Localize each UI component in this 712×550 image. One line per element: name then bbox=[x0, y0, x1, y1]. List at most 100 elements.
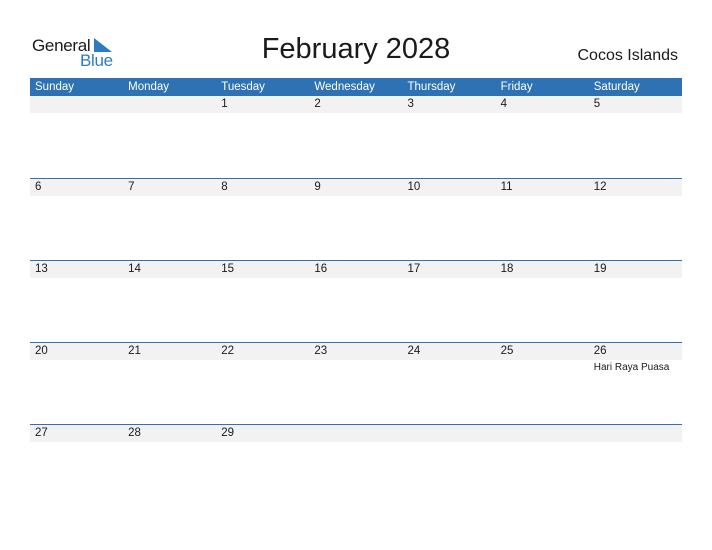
day-cell: 17 bbox=[403, 261, 496, 278]
holiday-label bbox=[403, 360, 496, 362]
events-row bbox=[30, 196, 682, 198]
day-cell: 9 bbox=[309, 179, 402, 196]
event-cell bbox=[589, 196, 682, 198]
calendar-grid: Sunday Monday Tuesday Wednesday Thursday Frid… bbox=[30, 78, 682, 506]
event-cell bbox=[30, 278, 123, 280]
event-cell bbox=[309, 360, 402, 373]
holiday-label bbox=[123, 113, 216, 115]
holiday-label bbox=[216, 278, 309, 280]
day-cell: 22 bbox=[216, 343, 309, 360]
day-number: 16 bbox=[314, 263, 328, 275]
day-cell: 10 bbox=[403, 179, 496, 196]
holiday-label bbox=[123, 442, 216, 444]
day-cell bbox=[589, 425, 682, 442]
week-row: 13 14 15 16 17 18 19 bbox=[30, 260, 682, 342]
event-cell bbox=[123, 360, 216, 373]
weekday-wednesday: Wednesday bbox=[314, 81, 375, 93]
day-cell: 13 bbox=[30, 261, 123, 278]
day-number-strip: 6 7 8 9 10 11 12 bbox=[30, 179, 682, 196]
event-cell bbox=[216, 360, 309, 373]
day-cell bbox=[309, 425, 402, 442]
event-cell: Hari Raya Puasa bbox=[589, 360, 682, 373]
event-cell bbox=[589, 278, 682, 280]
holiday-label bbox=[123, 278, 216, 280]
event-cell bbox=[403, 278, 496, 280]
event-cell bbox=[30, 113, 123, 115]
holiday-label bbox=[496, 278, 589, 280]
holiday-label bbox=[403, 442, 496, 444]
holiday-label bbox=[30, 360, 123, 362]
event-cell bbox=[589, 442, 682, 444]
holiday-label bbox=[496, 196, 589, 198]
holiday-label bbox=[589, 113, 682, 115]
event-cell bbox=[309, 278, 402, 280]
day-cell: 24 bbox=[403, 343, 496, 360]
day-cell: 16 bbox=[309, 261, 402, 278]
week-row: 1 2 3 4 5 bbox=[30, 96, 682, 178]
day-cell: 1 bbox=[216, 96, 309, 113]
holiday-label bbox=[589, 196, 682, 198]
weekday-saturday: Saturday bbox=[593, 81, 640, 93]
day-number: 12 bbox=[593, 181, 607, 193]
holiday-label bbox=[403, 113, 496, 115]
holiday-label bbox=[30, 196, 123, 198]
event-cell bbox=[123, 113, 216, 115]
holiday-label bbox=[403, 278, 496, 280]
holiday-label bbox=[30, 113, 123, 115]
event-cell bbox=[123, 196, 216, 198]
day-number: 23 bbox=[314, 345, 328, 357]
day-number: 6 bbox=[35, 181, 42, 193]
holiday-label bbox=[216, 196, 309, 198]
day-cell bbox=[403, 425, 496, 442]
week-row: 6 7 8 9 10 11 12 bbox=[30, 178, 682, 260]
day-number: 25 bbox=[500, 345, 514, 357]
event-cell bbox=[216, 196, 309, 198]
day-cell bbox=[496, 425, 589, 442]
weekday-tuesday: Tuesday bbox=[221, 81, 265, 93]
weekday-header: Sunday Monday Tuesday Wednesday Thursday Frid… bbox=[30, 78, 682, 96]
event-cell bbox=[216, 113, 309, 115]
event-cell bbox=[403, 442, 496, 444]
day-number-strip: 20 21 22 23 24 25 26 bbox=[30, 343, 682, 360]
country-label: Cocos Islands bbox=[577, 47, 679, 64]
weekday-sunday: Sunday bbox=[35, 81, 75, 93]
day-number: 4 bbox=[500, 98, 508, 110]
weekday-friday: Friday bbox=[500, 81, 533, 93]
day-cell: 12 bbox=[589, 179, 682, 196]
day-cell: 14 bbox=[123, 261, 216, 278]
events-row bbox=[30, 278, 682, 280]
events-row bbox=[30, 442, 682, 444]
holiday-label bbox=[589, 278, 682, 280]
events-row bbox=[30, 113, 682, 115]
day-cell: 2 bbox=[309, 96, 402, 113]
event-cell bbox=[403, 360, 496, 373]
event-cell bbox=[309, 442, 402, 444]
week-row: 27 28 29 bbox=[30, 424, 682, 506]
holiday-label bbox=[309, 278, 402, 280]
day-number: 27 bbox=[35, 427, 48, 439]
holiday-label bbox=[309, 113, 402, 115]
event-cell bbox=[30, 442, 123, 444]
day-number: 28 bbox=[128, 427, 141, 439]
holiday-label bbox=[30, 442, 123, 444]
day-number: 11 bbox=[500, 181, 513, 193]
holiday-label bbox=[309, 196, 402, 198]
day-number: 14 bbox=[128, 263, 141, 275]
day-cell: 4 bbox=[496, 96, 589, 113]
day-number: 7 bbox=[128, 181, 135, 193]
holiday-label bbox=[123, 196, 216, 198]
day-number: 22 bbox=[221, 345, 235, 357]
holiday-label bbox=[30, 278, 123, 280]
holiday-label bbox=[309, 442, 402, 444]
day-cell: 7 bbox=[123, 179, 216, 196]
day-cell: 3 bbox=[403, 96, 496, 113]
day-number: 1 bbox=[221, 98, 228, 110]
day-cell: 18 bbox=[496, 261, 589, 278]
day-number: 21 bbox=[128, 345, 141, 357]
day-number: 24 bbox=[407, 345, 421, 357]
event-cell bbox=[30, 360, 123, 373]
day-cell: 11 bbox=[496, 179, 589, 196]
day-cell: 6 bbox=[30, 179, 123, 196]
holiday-label bbox=[496, 113, 589, 115]
day-number: 5 bbox=[593, 98, 601, 110]
